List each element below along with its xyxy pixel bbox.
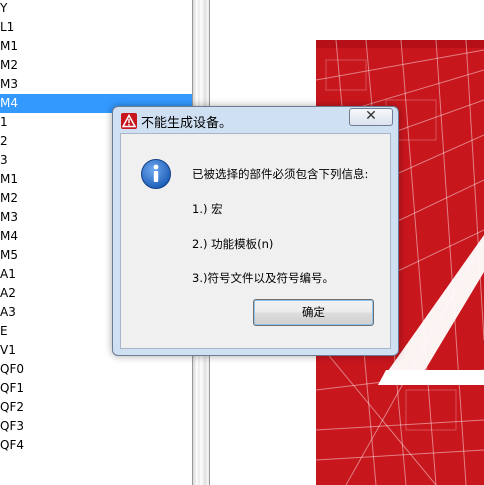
message-line: 3.)符号文件以及符号编号。 (192, 271, 334, 285)
tree-item[interactable]: QF2 (0, 398, 192, 417)
message-line: 2.) 功能模板(n) (192, 237, 274, 251)
ok-button[interactable]: 确定 (253, 299, 374, 326)
tree-item[interactable]: M3 (0, 75, 192, 94)
tree-item[interactable]: Y (0, 0, 192, 18)
tree-item[interactable]: M2 (0, 56, 192, 75)
close-button[interactable]: ✕ (349, 108, 393, 126)
message-line: 1.) 宏 (192, 202, 223, 216)
close-icon: ✕ (365, 108, 377, 124)
dialog-titlebar[interactable]: 不能生成设备。 ✕ (113, 107, 398, 133)
info-icon (140, 158, 172, 190)
dialog-body: 已被选择的部件必须包含下列信息: 1.) 宏 2.) 功能模板(n) 3.)符号… (120, 133, 391, 349)
dialog-title: 不能生成设备。 (141, 116, 233, 131)
warning-triangle-icon (121, 113, 137, 129)
tree-item[interactable] (0, 455, 192, 474)
tree-item[interactable]: QF0 (0, 360, 192, 379)
error-dialog: 不能生成设备。 ✕ 已被选择的部件必须包含下列信息: 1.) 宏 2.) 功能模… (112, 106, 399, 356)
tree-item[interactable]: QF1 (0, 379, 192, 398)
message-line: 已被选择的部件必须包含下列信息: (192, 167, 369, 181)
tree-item[interactable]: QF3 (0, 417, 192, 436)
tree-item[interactable]: L1 (0, 18, 192, 37)
tree-item[interactable]: M1 (0, 37, 192, 56)
tree-item[interactable]: QF4 (0, 436, 192, 455)
